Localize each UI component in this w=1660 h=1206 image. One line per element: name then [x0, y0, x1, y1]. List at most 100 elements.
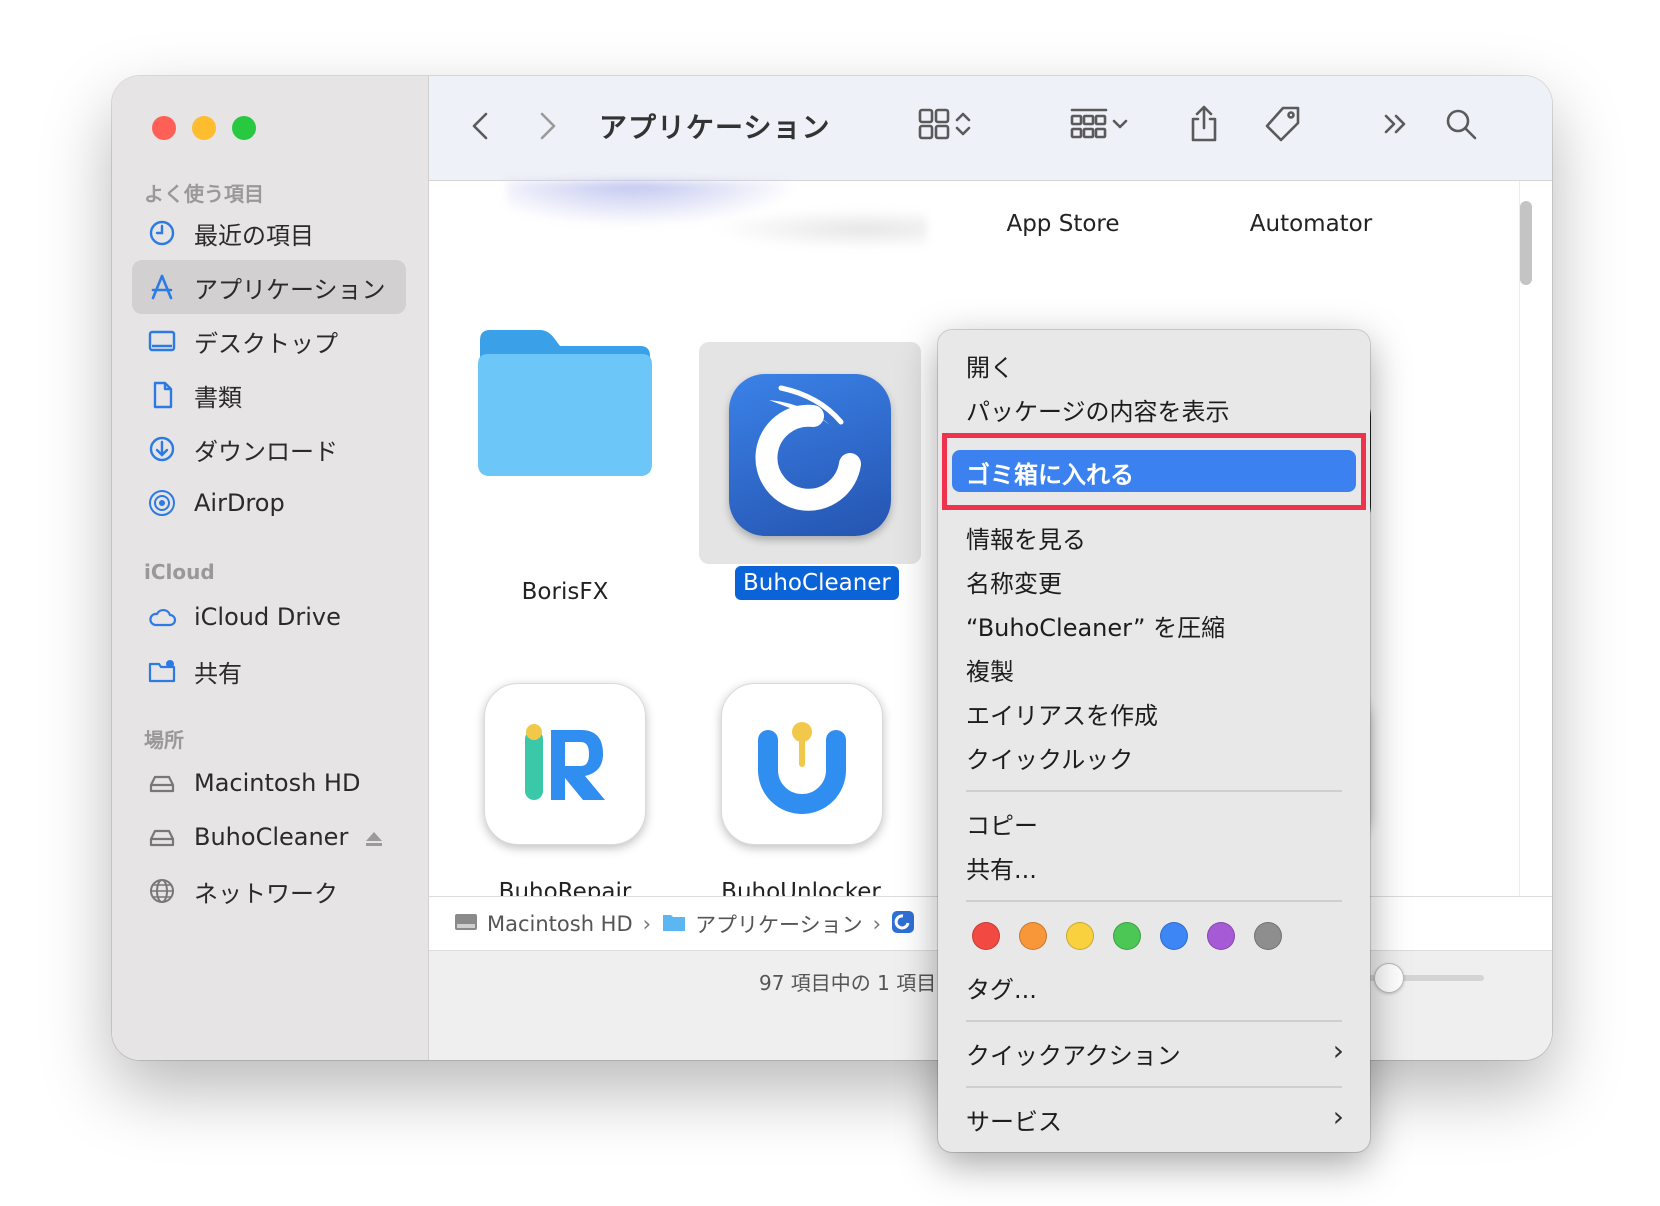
menu-separator: [966, 1086, 1342, 1088]
applications-icon: [146, 271, 178, 303]
sidebar-item-airdrop[interactable]: AirDrop: [132, 476, 406, 530]
cloud-icon: [146, 601, 178, 633]
sidebar-item-label: デスクトップ: [194, 329, 338, 358]
window-title: アプリケーション: [599, 111, 831, 144]
menu-item-quick-actions[interactable]: クイックアクション: [966, 1036, 1181, 1071]
disk-icon: [146, 767, 178, 799]
context-menu: 開く パッケージの内容を表示 ゴミ箱に入れる 情報を見る 名称変更 “BuhoC…: [938, 330, 1370, 1152]
share-button[interactable]: [1187, 104, 1221, 148]
menu-item-duplicate[interactable]: 複製: [966, 652, 1014, 687]
sidebar-item-label: ダウンロード: [194, 437, 338, 466]
menu-separator: [966, 790, 1342, 792]
sidebar-item-label: iCloud Drive: [194, 603, 341, 631]
menu-item-open[interactable]: 開く: [966, 348, 1014, 383]
clock-icon: [146, 217, 178, 249]
disk-icon: [453, 910, 479, 939]
tag-gray[interactable]: [1254, 922, 1282, 950]
desktop-icon: [146, 325, 178, 357]
scrollbar[interactable]: [1519, 181, 1546, 901]
app-label-buhocleaner[interactable]: BuhoCleaner: [735, 566, 899, 600]
tag-green[interactable]: [1113, 922, 1141, 950]
menu-item-get-info[interactable]: 情報を見る: [966, 520, 1086, 555]
path-separator-icon: ›: [872, 912, 882, 936]
menu-item-services[interactable]: サービス: [966, 1102, 1062, 1137]
tag-orange[interactable]: [1019, 922, 1047, 950]
tag-red[interactable]: [972, 922, 1000, 950]
sidebar-item-label: ネットワーク: [194, 879, 338, 908]
sidebar: よく使う項目 最近の項目 アプリケーション デスクトップ 書類 ダウンロード A…: [112, 76, 429, 1060]
buhocleaner-small-icon[interactable]: [891, 910, 915, 939]
share-icon: [1187, 104, 1221, 148]
app-label-automator[interactable]: Automator: [1191, 211, 1431, 237]
sidebar-item-label: 共有: [194, 659, 242, 688]
path-separator-icon: ›: [642, 912, 652, 936]
minimize-button[interactable]: [192, 116, 216, 140]
chevron-updown-icon: [951, 107, 975, 145]
chevron-right-icon: ›: [1332, 1034, 1344, 1067]
sidebar-item-buhocleaner-volume[interactable]: BuhoCleaner: [132, 810, 406, 864]
sidebar-item-macintosh-hd[interactable]: Macintosh HD: [132, 756, 406, 810]
menu-item-compress[interactable]: “BuhoCleaner” を圧縮: [966, 608, 1225, 643]
tag-yellow[interactable]: [1066, 922, 1094, 950]
sidebar-item-network[interactable]: ネットワーク: [132, 864, 406, 918]
menu-item-show-package-contents[interactable]: パッケージの内容を表示: [966, 392, 1230, 427]
folder-icon[interactable]: [474, 324, 656, 480]
sidebar-item-icloud-drive[interactable]: iCloud Drive: [132, 590, 406, 644]
sidebar-item-desktop[interactable]: デスクトップ: [132, 314, 406, 368]
group-icon: [1069, 107, 1109, 145]
close-button[interactable]: [152, 116, 176, 140]
buhocleaner-app-icon[interactable]: [729, 374, 891, 536]
path-item-macintosh-hd[interactable]: Macintosh HD: [453, 910, 633, 939]
document-icon: [146, 379, 178, 411]
sidebar-item-label: BuhoCleaner: [194, 823, 349, 851]
sidebar-item-applications[interactable]: アプリケーション: [132, 260, 406, 314]
icon-size-slider-knob[interactable]: [1374, 963, 1404, 993]
more-button[interactable]: [1381, 104, 1411, 148]
sidebar-item-label: AirDrop: [194, 489, 285, 517]
scrollbar-thumb[interactable]: [1520, 201, 1532, 285]
sidebar-item-documents[interactable]: 書類: [132, 368, 406, 422]
back-button[interactable]: [469, 104, 493, 148]
folder-icon: [661, 910, 687, 939]
zoom-button[interactable]: [232, 116, 256, 140]
eject-icon[interactable]: [364, 827, 384, 847]
menu-item-quick-look[interactable]: クイックルック: [966, 740, 1133, 775]
buhorepair-app-icon[interactable]: [484, 683, 646, 845]
window-controls: [152, 116, 256, 140]
buhounlocker-app-icon[interactable]: [721, 683, 883, 845]
sidebar-item-label: 書類: [194, 383, 242, 412]
disk-icon: [146, 821, 178, 853]
menu-separator: [966, 1020, 1342, 1022]
menu-separator: [966, 900, 1342, 902]
sidebar-item-recents[interactable]: 最近の項目: [132, 206, 406, 260]
tag-purple[interactable]: [1207, 922, 1235, 950]
menu-item-rename[interactable]: 名称変更: [966, 564, 1062, 599]
tag-blue[interactable]: [1160, 922, 1188, 950]
view-mode-button[interactable]: [917, 104, 975, 148]
group-button[interactable]: [1069, 104, 1131, 148]
item-count: 97 項目中の 1 項目: [759, 971, 937, 995]
menu-item-make-alias[interactable]: エイリアスを作成: [966, 696, 1158, 731]
chevron-down-icon: [1109, 107, 1131, 145]
chevron-right-icon: ›: [1332, 1100, 1344, 1133]
path-item-applications[interactable]: アプリケーション: [661, 909, 863, 939]
app-label-app-store[interactable]: App Store: [943, 211, 1183, 237]
forward-button[interactable]: [535, 104, 559, 148]
sidebar-item-label: Macintosh HD: [194, 769, 361, 797]
highlight-annotation-box: [942, 433, 1366, 510]
sidebar-item-downloads[interactable]: ダウンロード: [132, 422, 406, 476]
sidebar-section-favorites: よく使う項目: [144, 182, 264, 206]
globe-icon: [146, 875, 178, 907]
app-label-borisfx[interactable]: BorisFX: [445, 579, 685, 605]
sidebar-item-label: 最近の項目: [194, 221, 314, 250]
menu-item-share[interactable]: 共有...: [966, 850, 1037, 885]
grid-view-icon: [917, 107, 951, 145]
double-chevron-right-icon: [1381, 107, 1411, 145]
toolbar: アプリケーション: [429, 76, 1552, 181]
sidebar-item-shared[interactable]: 共有: [132, 644, 406, 698]
menu-item-tags[interactable]: タグ...: [966, 970, 1037, 1005]
search-button[interactable]: [1443, 104, 1479, 148]
shared-folder-icon: [146, 655, 178, 687]
tag-button[interactable]: [1263, 104, 1303, 148]
menu-item-copy[interactable]: コピー: [966, 806, 1038, 841]
